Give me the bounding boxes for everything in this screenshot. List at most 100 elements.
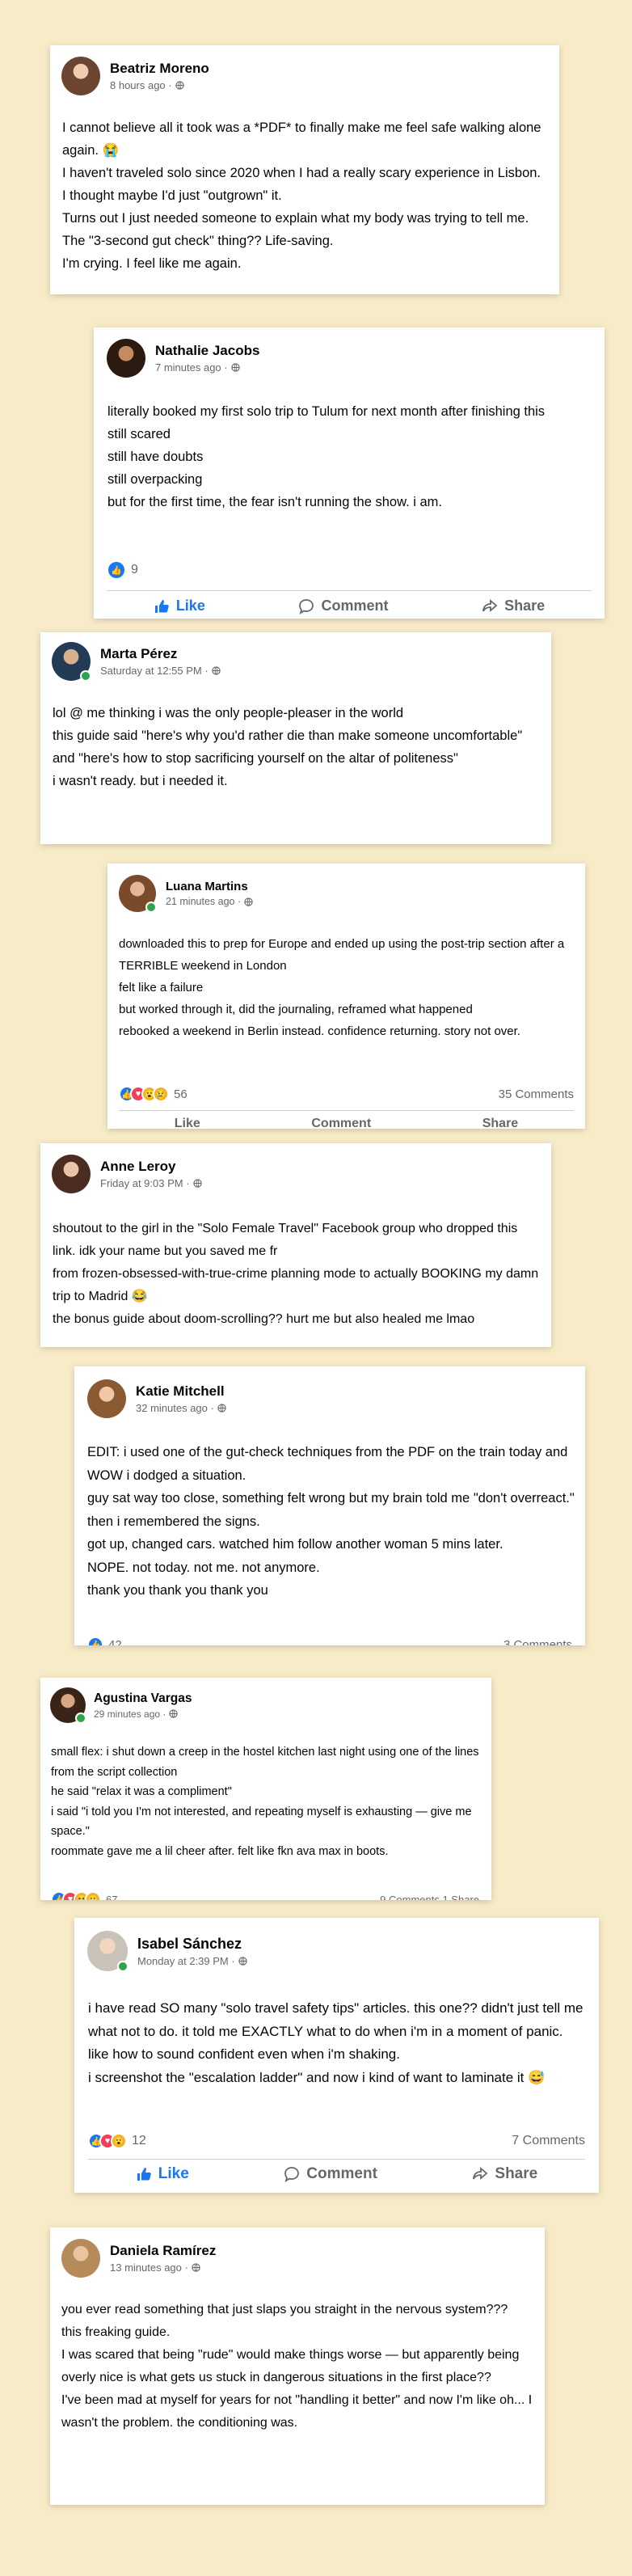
post-time[interactable]: Saturday at 12:55 PM ·	[100, 665, 209, 677]
post-header: Nathalie Jacobs 7 minutes ago ·	[107, 339, 259, 378]
comment-count[interactable]: 9 Comments 1 Share	[380, 1894, 479, 1901]
post-header: Isabel Sánchez Monday at 2:39 PM ·	[87, 1931, 247, 1972]
comment-count[interactable]: 35 Comments	[499, 1087, 574, 1101]
author-name[interactable]: Katie Mitchell	[136, 1383, 226, 1400]
post-time[interactable]: Monday at 2:39 PM ·	[137, 1955, 235, 1967]
like-reaction-icon: 👍	[107, 560, 126, 580]
reactions-summary: 👍 ♥ 😮 😢 56 35 Comments	[119, 1086, 574, 1102]
author-name[interactable]: Daniela Ramírez	[110, 2243, 216, 2259]
avatar[interactable]	[87, 1379, 126, 1418]
post-header: Anne Leroy Friday at 9:03 PM ·	[52, 1155, 202, 1193]
post-time[interactable]: 13 minutes ago ·	[110, 2261, 188, 2274]
reaction-count[interactable]: 12	[132, 2134, 146, 2148]
post-card: Daniela Ramírez 13 minutes ago · you eve…	[50, 2228, 545, 2505]
post-text: shoutout to the girl in the "Solo Female…	[53, 1218, 541, 1331]
reaction-icons[interactable]: 👍 42	[87, 1636, 122, 1645]
thumbs-up-icon	[154, 599, 169, 613]
post-time[interactable]: Friday at 9:03 PM ·	[100, 1177, 190, 1189]
post-text: lol @ me thinking i was the only people-…	[53, 702, 537, 792]
divider	[107, 590, 592, 591]
comment-button[interactable]: Comment	[298, 598, 389, 614]
post-line: Turns out I just needed someone to expla…	[62, 211, 529, 226]
post-line: guy sat way too close, something felt wr…	[87, 1491, 575, 1529]
avatar[interactable]	[107, 339, 145, 378]
avatar[interactable]	[61, 57, 100, 95]
share-button[interactable]: Share	[472, 2165, 537, 2183]
share-icon	[473, 2167, 488, 2180]
globe-icon	[192, 2263, 200, 2272]
post-line: small flex: i shut down a creep in the h…	[51, 1746, 479, 1779]
post-line: literally booked my first solo trip to T…	[107, 404, 546, 419]
globe-icon	[169, 1709, 179, 1718]
comment-count[interactable]: 3 Comments	[503, 1638, 572, 1646]
post-text: i have read SO many "solo travel safety …	[88, 1997, 585, 2089]
reaction-icons[interactable]: 👍 ♥ 😮 😢 56	[119, 1086, 187, 1102]
comment-button[interactable]: Comment	[284, 2165, 377, 2183]
post-line: i wasn't ready. but i needed it.	[53, 774, 228, 788]
reaction-icons[interactable]: 👍 ♥ 😮 12	[88, 2133, 146, 2149]
author-name[interactable]: Luana Martins	[166, 880, 253, 893]
author-name[interactable]: Isabel Sánchez	[137, 1936, 247, 1953]
divider	[119, 1110, 574, 1111]
post-header: Beatriz Moreno 8 hours ago ·	[61, 57, 209, 95]
like-button[interactable]: Like	[154, 598, 205, 614]
divider	[88, 2159, 585, 2160]
post-card: Beatriz Moreno 8 hours ago · I cannot be…	[50, 45, 559, 294]
post-time[interactable]: 32 minutes ago ·	[136, 1402, 214, 1414]
like-reaction-icon: 👍	[87, 1636, 103, 1645]
avatar[interactable]	[52, 1155, 91, 1193]
share-button[interactable]: Share	[482, 1117, 518, 1129]
wow-reaction-icon: 😮	[85, 1891, 101, 1900]
post-line: still scared	[107, 427, 171, 441]
like-button[interactable]: Like	[175, 1117, 200, 1129]
reactions-summary: 👍 ♥ 😆 😮 67 9 Comments 1 Share	[51, 1891, 479, 1900]
globe-icon	[244, 897, 253, 906]
globe-icon	[175, 81, 184, 90]
like-button[interactable]: Like	[136, 2165, 189, 2183]
globe-icon	[230, 363, 240, 372]
avatar[interactable]	[119, 875, 157, 913]
comment-icon	[284, 2167, 300, 2182]
avatar[interactable]	[61, 2239, 100, 2278]
online-status-icon	[75, 1712, 86, 1724]
author-name[interactable]: Anne Leroy	[100, 1159, 202, 1175]
post-line: got up, changed cars. watched him follow…	[87, 1537, 503, 1552]
post-text: small flex: i shut down a creep in the h…	[51, 1742, 487, 1861]
post-line: I was scared that being "rude" would mak…	[61, 2348, 520, 2384]
comment-button[interactable]: Comment	[311, 1117, 371, 1129]
reaction-icons[interactable]: 👍 9	[107, 560, 138, 580]
post-line: still overpacking	[107, 472, 203, 487]
post-line: NOPE. not today. not me. not anymore.	[87, 1560, 320, 1575]
author-name[interactable]: Nathalie Jacobs	[155, 343, 259, 359]
post-line: felt like a failure	[119, 981, 204, 995]
post-time[interactable]: 29 minutes ago ·	[94, 1708, 166, 1720]
thumbs-up-icon	[137, 2168, 151, 2181]
post-time[interactable]: 8 hours ago ·	[110, 79, 172, 91]
reaction-count[interactable]: 42	[108, 1638, 122, 1646]
share-button[interactable]: Share	[482, 598, 545, 614]
avatar[interactable]	[87, 1931, 129, 1972]
wow-reaction-icon: 😮	[111, 2133, 127, 2149]
reaction-icons[interactable]: 👍 ♥ 😆 😮 67	[51, 1891, 117, 1900]
post-line: i have read SO many "solo travel safety …	[88, 2000, 584, 2039]
reaction-count[interactable]: 9	[131, 563, 138, 577]
author-name[interactable]: Agustina Vargas	[94, 1691, 192, 1706]
reaction-count[interactable]: 56	[174, 1087, 187, 1101]
comment-count[interactable]: 7 Comments	[512, 2134, 585, 2148]
post-card: Katie Mitchell 32 minutes ago · EDIT: i …	[74, 1366, 585, 1645]
online-status-icon	[117, 1961, 129, 1972]
globe-icon	[192, 1179, 202, 1188]
post-line: roommate gave me a lil cheer after. felt…	[51, 1844, 389, 1858]
avatar[interactable]	[50, 1687, 86, 1724]
avatar[interactable]	[52, 642, 91, 682]
author-name[interactable]: Marta Pérez	[100, 646, 221, 662]
post-time[interactable]: 7 minutes ago ·	[155, 361, 228, 374]
reaction-count[interactable]: 67	[106, 1894, 117, 1901]
post-text: literally booked my first solo trip to T…	[107, 400, 592, 513]
share-icon	[482, 598, 498, 612]
author-name[interactable]: Beatriz Moreno	[110, 61, 209, 77]
post-card: Marta Pérez Saturday at 12:55 PM · lol @…	[40, 632, 551, 844]
post-line: thank you thank you thank you	[87, 1583, 268, 1598]
post-time[interactable]: 21 minutes ago ·	[166, 896, 241, 907]
globe-icon	[238, 1956, 247, 1966]
